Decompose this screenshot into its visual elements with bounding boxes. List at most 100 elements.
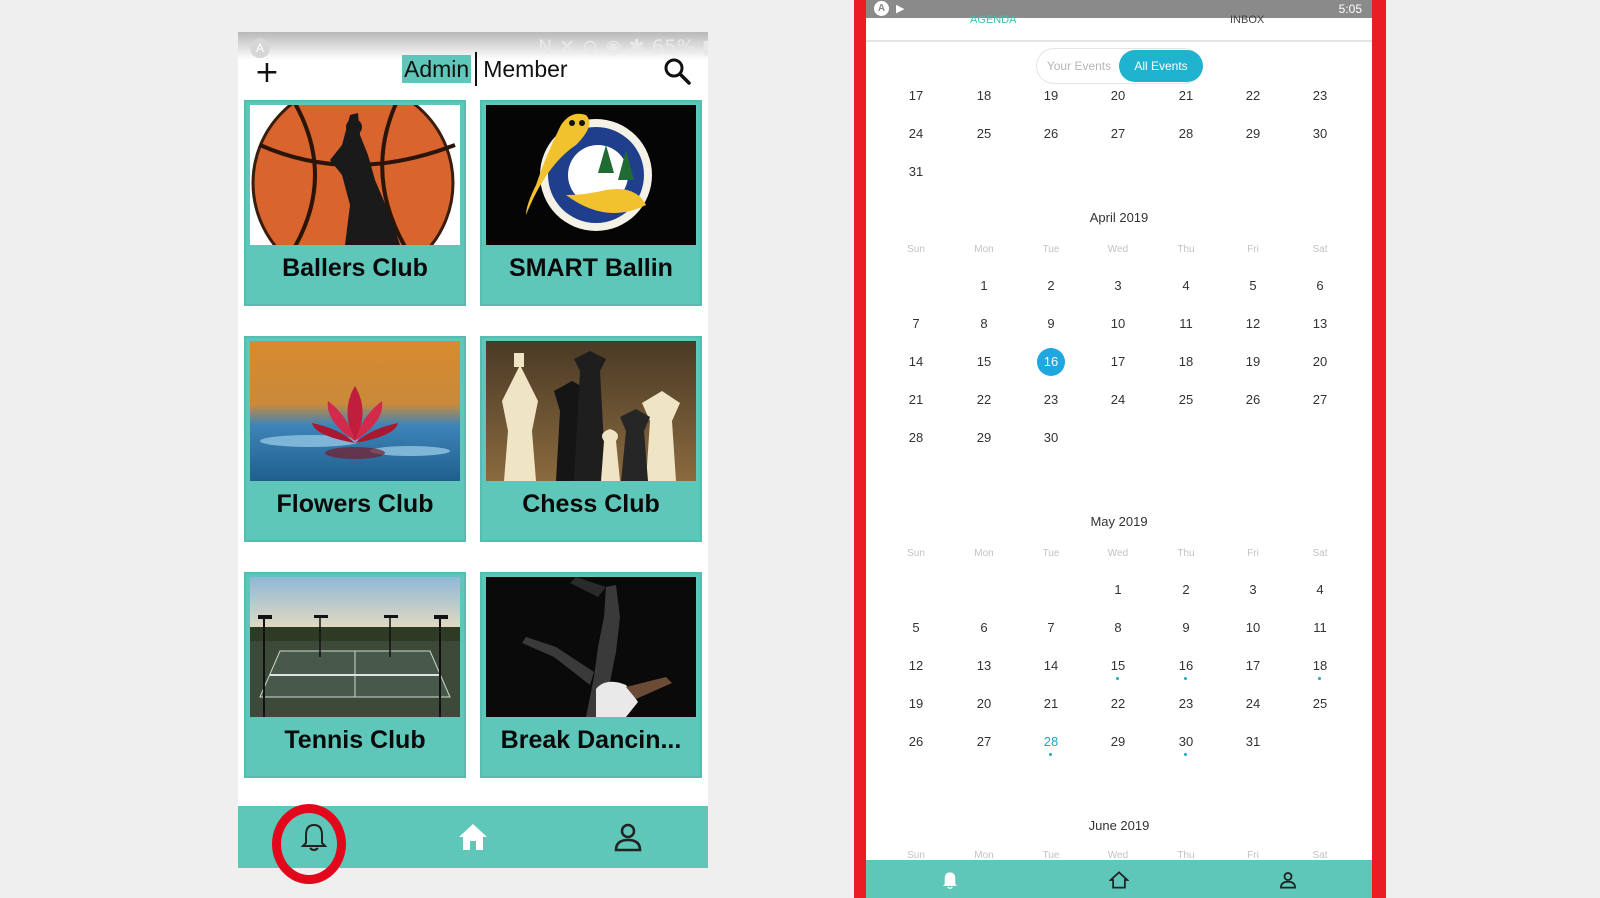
calendar-day[interactable]: 26 (896, 732, 936, 752)
calendar-day[interactable]: 10 (1233, 618, 1273, 638)
calendar-day[interactable]: 12 (896, 656, 936, 676)
calendar-day[interactable]: 28 (1031, 732, 1071, 752)
calendar-day[interactable]: 31 (896, 162, 936, 182)
calendar-day[interactable]: 15 (964, 352, 1004, 372)
calendar-day[interactable]: 13 (1300, 314, 1340, 334)
calendar-day[interactable]: 28 (1166, 124, 1206, 144)
club-card[interactable]: Tennis Club (244, 572, 466, 778)
calendar-day[interactable]: 30 (1300, 124, 1340, 144)
home-icon[interactable] (1109, 870, 1129, 890)
calendar-day[interactable]: 31 (1233, 732, 1273, 752)
tab-agenda[interactable]: AGENDA (970, 14, 1016, 26)
calendar-day[interactable]: 25 (1300, 694, 1340, 714)
calendar-day[interactable]: 6 (964, 618, 1004, 638)
calendar-day[interactable]: 17 (1098, 352, 1138, 372)
calendar-day[interactable]: 15 (1098, 656, 1138, 676)
role-admin-option[interactable]: Admin (402, 55, 472, 83)
calendar-day[interactable]: 14 (896, 352, 936, 372)
all-events-button[interactable]: All Events (1119, 50, 1203, 82)
calendar-day[interactable]: 1 (964, 276, 1004, 296)
week-row: 21 22 23 24 25 26 27 (866, 390, 1372, 410)
home-icon[interactable] (456, 820, 490, 854)
calendar-day[interactable]: 29 (1098, 732, 1138, 752)
calendar-day[interactable]: 12 (1233, 314, 1273, 334)
club-name: Ballers Club (282, 254, 428, 282)
calendar-day[interactable]: 20 (1098, 86, 1138, 106)
calendar-day[interactable]: 18 (964, 86, 1004, 106)
tab-inbox[interactable]: INBOX (1230, 14, 1264, 26)
calendar-day[interactable]: 19 (896, 694, 936, 714)
calendar-day[interactable]: 7 (1031, 618, 1071, 638)
calendar-day[interactable]: 22 (964, 390, 1004, 410)
calendar-day[interactable]: 26 (1031, 124, 1071, 144)
calendar-day[interactable]: 10 (1098, 314, 1138, 334)
calendar-day[interactable]: 21 (896, 390, 936, 410)
calendar-day[interactable]: 23 (1166, 694, 1206, 714)
calendar-day[interactable]: 20 (964, 694, 1004, 714)
calendar-day[interactable]: 2 (1031, 276, 1071, 296)
calendar-day[interactable]: 25 (1166, 390, 1206, 410)
club-card[interactable]: Break Dancin... (480, 572, 702, 778)
calendar-day[interactable]: 7 (896, 314, 936, 334)
calendar-day[interactable]: 11 (1300, 618, 1340, 638)
club-card[interactable]: Chess Club (480, 336, 702, 542)
calendar-day[interactable]: 17 (896, 86, 936, 106)
calendar-day[interactable]: 21 (1166, 86, 1206, 106)
role-toggle[interactable]: Admin Member (402, 52, 568, 86)
calendar-day[interactable]: 3 (1098, 276, 1138, 296)
calendar-day[interactable]: 23 (1031, 390, 1071, 410)
week-row: 28 29 30 (866, 428, 1372, 448)
calendar-day[interactable]: 11 (1166, 314, 1206, 334)
calendar-day[interactable]: 22 (1233, 86, 1273, 106)
club-card[interactable]: Flowers Club (244, 336, 466, 542)
calendar-day[interactable]: 26 (1233, 390, 1273, 410)
calendar-day[interactable]: 29 (964, 428, 1004, 448)
calendar-day[interactable]: 4 (1166, 276, 1206, 296)
calendar-day[interactable]: 18 (1300, 656, 1340, 676)
calendar-day[interactable]: 14 (1031, 656, 1071, 676)
calendar-day[interactable]: 9 (1031, 314, 1071, 334)
calendar-day[interactable]: 17 (1233, 656, 1273, 676)
calendar-day[interactable]: 30 (1031, 428, 1071, 448)
calendar-day[interactable]: 27 (1098, 124, 1138, 144)
calendar-day[interactable]: 1 (1098, 580, 1138, 600)
calendar-day[interactable]: 23 (1300, 86, 1340, 106)
your-events-button[interactable]: Your Events (1037, 49, 1121, 83)
calendar-day[interactable]: 30 (1166, 732, 1206, 752)
search-icon[interactable] (662, 56, 692, 86)
calendar-day[interactable]: 27 (964, 732, 1004, 752)
calendar-day[interactable]: 13 (964, 656, 1004, 676)
calendar-day[interactable]: 19 (1233, 352, 1273, 372)
calendar-day[interactable]: 24 (1233, 694, 1273, 714)
calendar-day[interactable]: 2 (1166, 580, 1206, 600)
calendar-day[interactable]: 24 (896, 124, 936, 144)
calendar-day[interactable]: 4 (1300, 580, 1340, 600)
calendar-day[interactable]: 16 (1166, 656, 1206, 676)
calendar-day[interactable]: 29 (1233, 124, 1273, 144)
calendar-day[interactable]: 16 (1031, 352, 1071, 372)
calendar-day[interactable]: 5 (1233, 276, 1273, 296)
month-title-april: April 2019 (1089, 210, 1149, 225)
calendar-day[interactable]: 5 (896, 618, 936, 638)
calendar-day[interactable]: 25 (964, 124, 1004, 144)
calendar-day[interactable]: 21 (1031, 694, 1071, 714)
role-member-option[interactable]: Member (483, 55, 567, 83)
person-icon[interactable] (1278, 870, 1298, 890)
calendar-day[interactable]: 19 (1031, 86, 1071, 106)
calendar-day[interactable]: 22 (1098, 694, 1138, 714)
calendar-day[interactable]: 24 (1098, 390, 1138, 410)
calendar-day[interactable]: 18 (1166, 352, 1206, 372)
calendar-day[interactable]: 27 (1300, 390, 1340, 410)
calendar-day[interactable]: 8 (964, 314, 1004, 334)
bell-icon[interactable] (940, 870, 960, 890)
person-icon[interactable] (611, 820, 645, 854)
calendar-day[interactable]: 3 (1233, 580, 1273, 600)
club-card[interactable]: Ballers Club (244, 100, 466, 306)
calendar-day[interactable]: 8 (1098, 618, 1138, 638)
calendar-day[interactable]: 20 (1300, 352, 1340, 372)
calendar-day[interactable]: 9 (1166, 618, 1206, 638)
club-card[interactable]: SMART Ballin (480, 100, 702, 306)
calendar-day[interactable]: 6 (1300, 276, 1340, 296)
calendar-day[interactable]: 28 (896, 428, 936, 448)
add-club-button[interactable]: + (252, 58, 282, 88)
